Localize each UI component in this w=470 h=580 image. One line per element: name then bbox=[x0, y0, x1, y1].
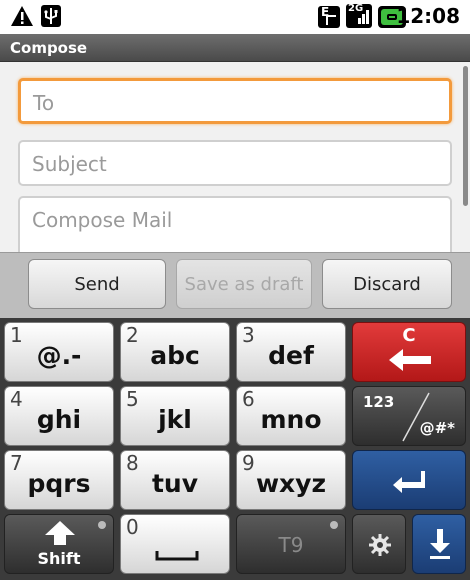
key-6[interactable]: 6 mno bbox=[236, 386, 346, 446]
key-7-label: pqrs bbox=[27, 469, 91, 498]
key-3[interactable]: 3 def bbox=[236, 322, 346, 382]
send-label: Send bbox=[74, 273, 120, 295]
key-8[interactable]: 8 tuv bbox=[120, 450, 230, 510]
key-1-label: @.- bbox=[36, 341, 82, 370]
key-6-label: mno bbox=[260, 405, 322, 434]
key-9[interactable]: 9 wxyz bbox=[236, 450, 346, 510]
key-4[interactable]: 4 ghi bbox=[4, 386, 114, 446]
save-draft-label: Save as draft bbox=[184, 273, 304, 295]
key-9-label: wxyz bbox=[255, 469, 327, 498]
to-field[interactable]: To bbox=[18, 78, 452, 124]
space-icon bbox=[155, 551, 199, 561]
body-placeholder: Compose Mail bbox=[32, 208, 173, 232]
symbols-top-label: 123 bbox=[363, 393, 395, 411]
action-bar: Send Save as draft Discard bbox=[0, 252, 470, 318]
hide-keyboard-key[interactable] bbox=[412, 514, 466, 574]
key-0-number: 0 bbox=[126, 515, 139, 539]
body-field[interactable]: Compose Mail bbox=[18, 196, 452, 252]
edge-network-icon: E bbox=[318, 5, 340, 28]
t9-label: T9 bbox=[278, 533, 304, 557]
settings-key[interactable] bbox=[352, 514, 406, 574]
symbols-bottom-label: @#* bbox=[419, 419, 455, 437]
clock: 12:08 bbox=[396, 4, 460, 28]
send-button[interactable]: Send bbox=[28, 259, 166, 309]
key-8-label: tuv bbox=[151, 469, 199, 498]
enter-key[interactable] bbox=[352, 450, 466, 510]
delete-label: C bbox=[402, 325, 416, 346]
enter-icon bbox=[393, 471, 425, 493]
key-7[interactable]: 7 pqrs bbox=[4, 450, 114, 510]
delete-key[interactable]: C bbox=[352, 322, 466, 382]
warning-icon bbox=[11, 6, 33, 26]
discard-label: Discard bbox=[353, 273, 421, 295]
key-1[interactable]: 1 @.- bbox=[4, 322, 114, 382]
t9-key[interactable]: T9 bbox=[236, 514, 346, 574]
to-placeholder: To bbox=[33, 91, 55, 115]
key-5-label: jkl bbox=[158, 405, 192, 434]
key-2-label: abc bbox=[150, 341, 200, 370]
key-4-label: ghi bbox=[36, 405, 82, 434]
scrollbar[interactable] bbox=[463, 66, 468, 206]
keyboard: 1 @.- 2 abc 3 def C 4 ghi 5 jkl 6 mno 12… bbox=[0, 318, 470, 580]
gear-icon bbox=[369, 534, 391, 556]
discard-button[interactable]: Discard bbox=[322, 259, 452, 309]
t9-indicator bbox=[330, 521, 338, 529]
arrow-down-icon bbox=[430, 529, 450, 559]
subject-placeholder: Subject bbox=[32, 152, 107, 176]
key-0-space[interactable]: 0 bbox=[120, 514, 230, 574]
usb-icon bbox=[41, 5, 61, 27]
compose-form: To Subject Compose Mail bbox=[0, 62, 470, 252]
shift-key[interactable]: Shift bbox=[4, 514, 114, 574]
page-title: Compose bbox=[10, 39, 88, 57]
save-draft-button[interactable]: Save as draft bbox=[176, 259, 312, 309]
signal-icon: 2G bbox=[346, 3, 372, 28]
shift-label: Shift bbox=[37, 549, 81, 568]
status-bar: E 2G 12:08 bbox=[0, 0, 470, 34]
subject-field[interactable]: Subject bbox=[18, 140, 452, 186]
key-2[interactable]: 2 abc bbox=[120, 322, 230, 382]
key-5[interactable]: 5 jkl bbox=[120, 386, 230, 446]
title-bar: Compose bbox=[0, 34, 470, 62]
backspace-arrow-icon bbox=[389, 349, 431, 371]
shift-indicator bbox=[98, 521, 106, 529]
key-3-label: def bbox=[268, 341, 314, 370]
signal-label: 2G bbox=[348, 3, 364, 14]
symbols-key[interactable]: 123 @#* bbox=[352, 386, 466, 446]
shift-arrow-icon bbox=[45, 521, 75, 545]
